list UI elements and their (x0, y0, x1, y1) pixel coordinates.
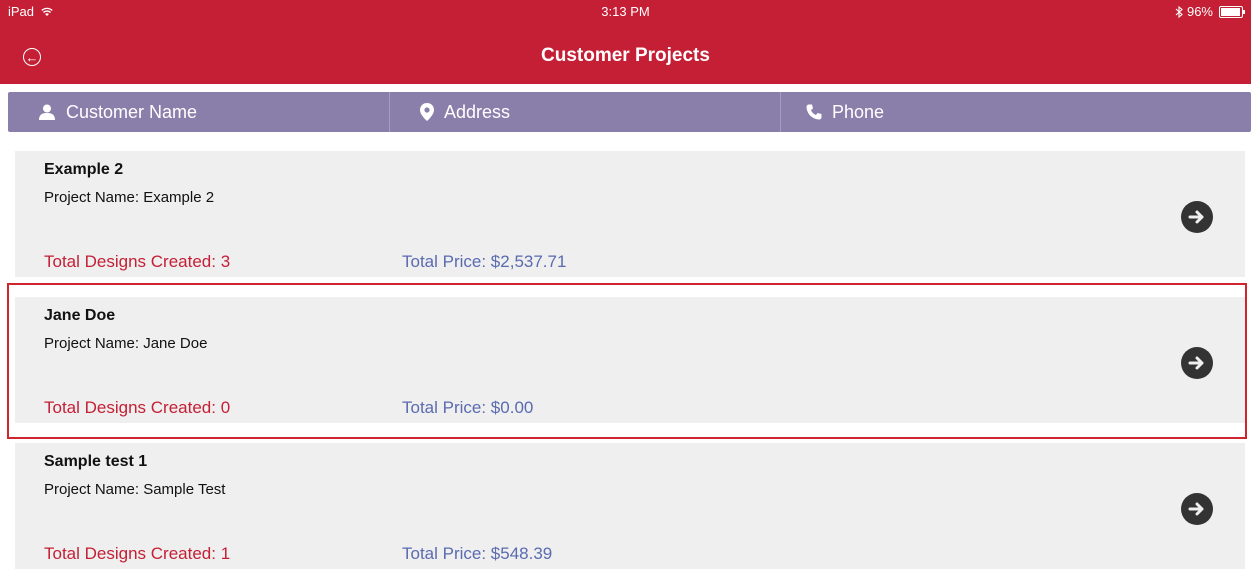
battery-icon (1219, 5, 1245, 18)
project-name: Project Name: Sample Test (44, 481, 226, 498)
column-header-bar: Customer Name Address Phone (8, 92, 1251, 132)
column-label: Phone (832, 101, 885, 122)
customer-name: Example 2 (44, 161, 124, 178)
column-customer-name[interactable]: Customer Name (8, 92, 389, 132)
total-designs: Total Designs Created: 1 (44, 544, 231, 563)
customer-name: Sample test 1 (44, 453, 148, 470)
bluetooth-icon (1175, 5, 1183, 18)
page-title: Customer Projects (541, 45, 710, 66)
column-label: Customer Name (66, 101, 198, 122)
location-pin-icon (420, 103, 434, 121)
open-project-button[interactable] (1181, 493, 1213, 525)
project-card[interactable]: Example 2 Project Name: Example 2 Total … (15, 151, 1245, 277)
navigation-bar: iPad 3:13 PM 96% ← Customer Projects (0, 0, 1251, 84)
open-project-button[interactable] (1181, 201, 1213, 233)
status-battery: 96% (1175, 4, 1245, 19)
total-designs: Total Designs Created: 3 (44, 252, 231, 271)
arrow-right-circle-icon (1188, 502, 1204, 516)
column-phone[interactable]: Phone (780, 92, 1251, 132)
total-price: Total Price: $548.39 (402, 544, 553, 563)
selection-highlight (7, 283, 1247, 439)
project-name: Project Name: Example 2 (44, 189, 215, 206)
column-address[interactable]: Address (389, 92, 780, 132)
arrow-right-circle-icon (1188, 210, 1204, 224)
column-label: Address (444, 101, 511, 122)
total-price: Total Price: $2,537.71 (402, 252, 567, 271)
project-card[interactable]: Sample test 1 Project Name: Sample Test … (15, 443, 1245, 569)
battery-percent: 96% (1186, 4, 1213, 19)
status-time: 3:13 PM (601, 4, 650, 19)
person-icon (39, 104, 55, 120)
phone-icon (806, 104, 822, 120)
